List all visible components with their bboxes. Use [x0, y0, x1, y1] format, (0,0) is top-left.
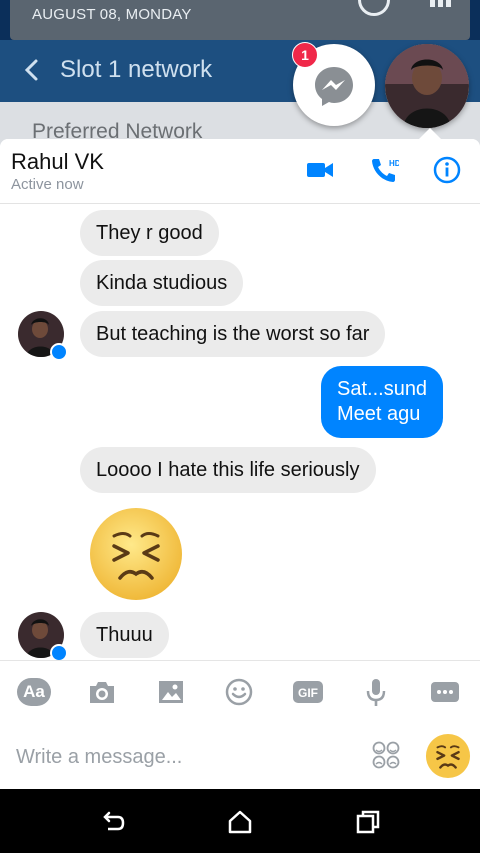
notification-shade: AUGUST 08, MONDAY — [10, 0, 470, 40]
composer-toolbar: Aa GIF — [0, 660, 480, 723]
gif-icon[interactable]: GIF — [291, 675, 325, 709]
contact-name[interactable]: Rahul VK — [11, 149, 104, 175]
mic-icon[interactable] — [359, 675, 393, 709]
chathead-pointer — [419, 128, 441, 139]
more-icon[interactable] — [428, 675, 462, 709]
back-icon[interactable] — [100, 809, 126, 835]
gif-label: GIF — [298, 686, 318, 700]
message-list[interactable]: They r good Kinda studious But teaching … — [0, 204, 480, 660]
chat-header: Rahul VK Active now HD — [0, 139, 480, 204]
contact-chathead[interactable] — [385, 44, 469, 128]
message-line: Meet agu — [337, 403, 421, 425]
message-bubble[interactable]: Kinda studious — [80, 260, 244, 306]
message-bubble[interactable]: But teaching is the worst so far — [80, 311, 386, 357]
camera-icon[interactable] — [85, 675, 119, 709]
back-arrow-icon[interactable] — [20, 58, 44, 82]
status-grid-icon — [430, 0, 458, 7]
message-bubble[interactable]: They r good — [80, 210, 219, 256]
composer — [0, 723, 480, 789]
unread-badge: 1 — [292, 42, 318, 68]
active-status: Active now — [11, 176, 84, 193]
recents-icon[interactable] — [355, 809, 381, 835]
system-nav-bar — [0, 789, 480, 853]
status-circle-icon — [358, 0, 390, 16]
messenger-badge-icon — [50, 343, 68, 361]
my-message-bubble[interactable]: Sat...sund Meet agu — [321, 366, 444, 438]
video-call-icon[interactable] — [305, 155, 335, 185]
hd-label: HD — [389, 159, 399, 168]
status-date: AUGUST 08, MONDAY — [32, 6, 192, 23]
messenger-badge-icon — [50, 644, 68, 660]
image-icon[interactable] — [154, 675, 188, 709]
home-icon[interactable] — [227, 809, 253, 835]
sticker-icon[interactable] — [372, 741, 400, 769]
chat-panel: Rahul VK Active now HD They r good Kinda… — [0, 139, 480, 789]
quick-emoji-send-icon[interactable] — [425, 733, 471, 779]
phone-hd-icon[interactable]: HD — [369, 155, 399, 185]
smiley-icon[interactable] — [222, 675, 256, 709]
settings-title: Slot 1 network — [60, 56, 213, 83]
text-format-button[interactable]: Aa — [17, 678, 51, 706]
message-input[interactable] — [14, 737, 348, 777]
contact-avatar — [385, 44, 469, 128]
persevering-face-icon[interactable] — [88, 506, 184, 602]
info-icon[interactable] — [432, 155, 462, 185]
message-bubble[interactable]: Loooo I hate this life seriously — [80, 447, 376, 493]
messenger-icon — [315, 67, 353, 106]
message-line: Sat...sund — [337, 378, 428, 400]
message-bubble[interactable]: Thuuu — [80, 612, 169, 658]
